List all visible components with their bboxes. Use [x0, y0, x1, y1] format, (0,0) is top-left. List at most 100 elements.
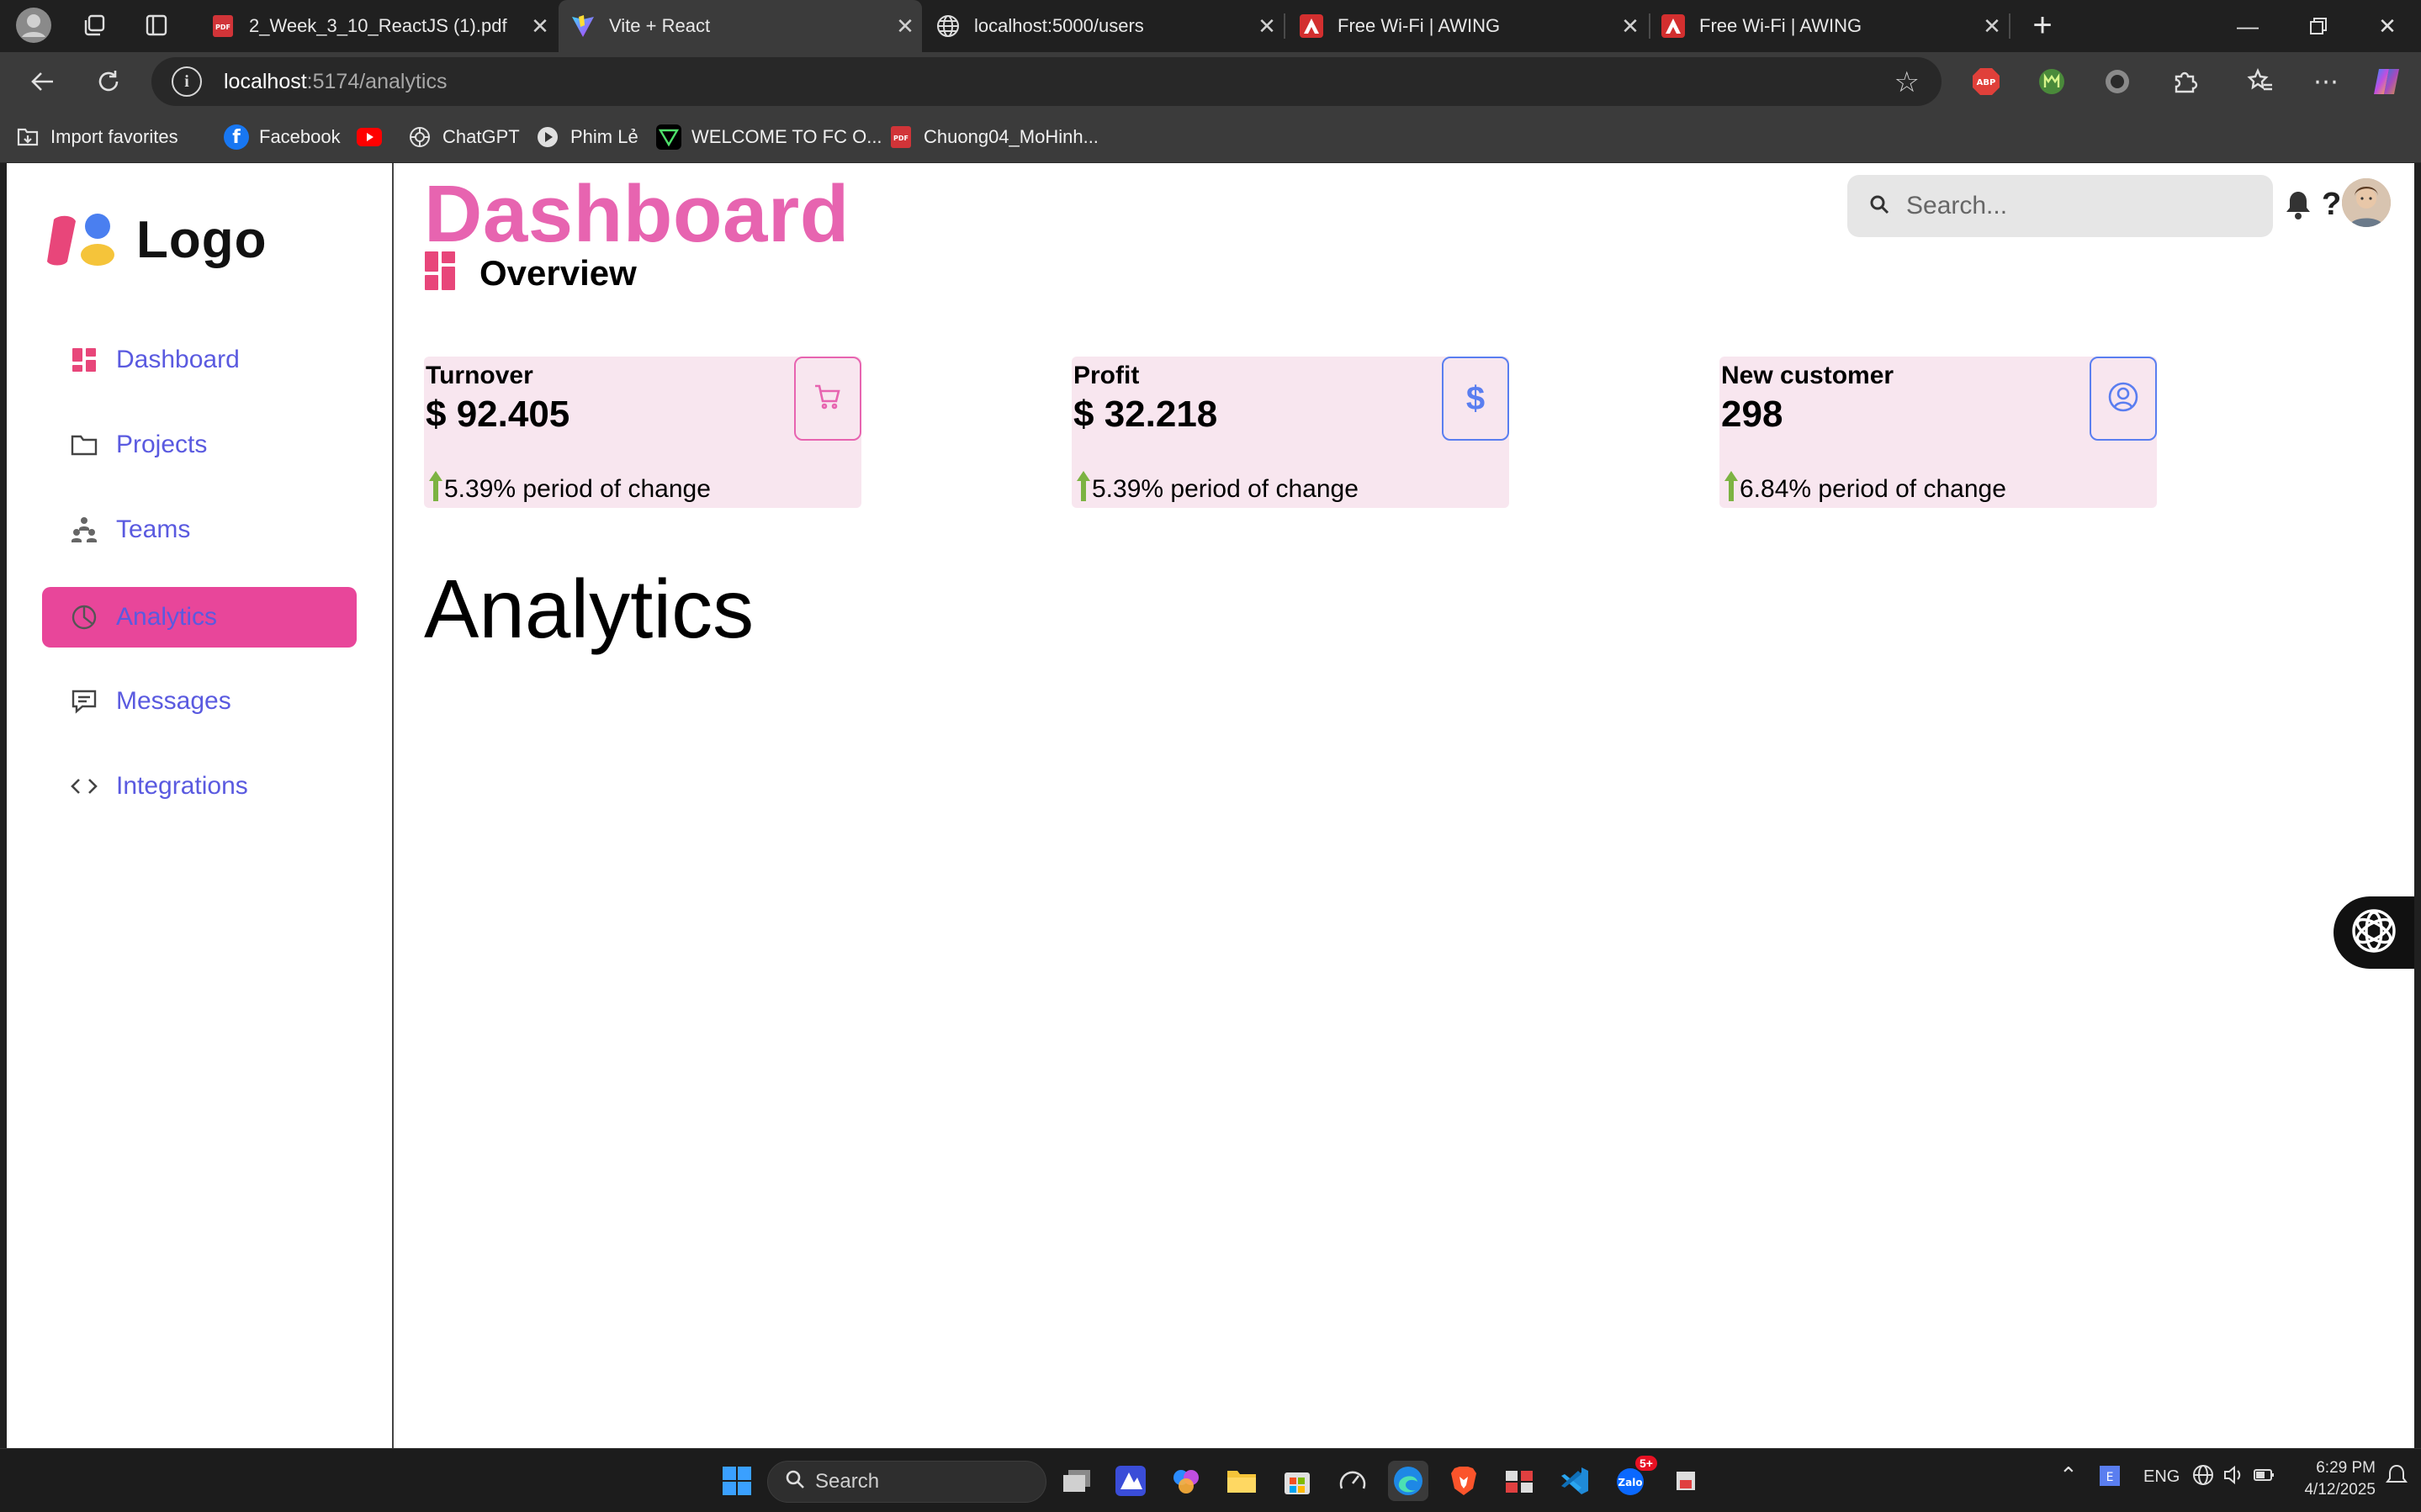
bookmark-label: Import favorites — [50, 126, 178, 147]
app-icon-small[interactable] — [1666, 1461, 1706, 1501]
copilot-taskbar-icon[interactable] — [1166, 1461, 1206, 1501]
close-tab-icon[interactable]: ✕ — [1250, 13, 1284, 40]
tab-actions-icon[interactable] — [131, 0, 182, 50]
user-circle-icon-button[interactable] — [2090, 357, 2157, 441]
bell-icon[interactable] — [2285, 190, 2312, 225]
zalo-icon[interactable]: Zalo 5+ — [1610, 1456, 1657, 1501]
bookmarks-bar: Import favorites f Facebook ChatGPT Phim… — [0, 111, 2421, 163]
search-box[interactable] — [1847, 175, 2273, 237]
folder-icon — [67, 433, 101, 457]
sidebar-item-messages[interactable]: Messages — [42, 671, 357, 732]
card-value: $ 32.218 — [1073, 394, 1218, 435]
sidebar-item-integrations[interactable]: Integrations — [42, 756, 357, 817]
close-tab-icon[interactable]: ✕ — [888, 13, 922, 40]
svg-text:ABP: ABP — [1977, 78, 1996, 87]
cart-icon — [813, 383, 842, 415]
analytics-heading: Analytics — [424, 563, 755, 655]
clock-time: 6:29 PM — [2316, 1459, 2376, 1477]
bookmark-facebook[interactable]: f Facebook — [224, 121, 341, 153]
sidebar-item-projects[interactable]: Projects — [42, 415, 357, 475]
main-content: Dashboard Overview ? Turnover $ 92.405 5… — [394, 163, 2414, 1448]
openai-icon — [2349, 906, 2399, 960]
pdf-icon: PDF — [210, 13, 236, 39]
back-icon[interactable] — [20, 59, 66, 104]
sidebar-item-label: Dashboard — [116, 346, 240, 373]
extension-green-icon[interactable] — [2034, 64, 2069, 99]
bookmark-fc-online[interactable]: WELCOME TO FC O... — [656, 121, 882, 153]
speedometer-icon[interactable] — [1332, 1461, 1373, 1501]
chevron-up-icon[interactable]: ⌃ — [2059, 1462, 2078, 1488]
fc-icon — [656, 124, 681, 150]
app-logo[interactable]: Logo — [45, 210, 268, 270]
bookmark-chatgpt[interactable]: ChatGPT — [407, 121, 520, 153]
vscode-icon[interactable] — [1555, 1461, 1595, 1501]
site-info-icon[interactable]: i — [172, 66, 202, 97]
tab-pdf[interactable]: PDF 2_Week_3_10_ReactJS (1).pdf ✕ — [199, 7, 557, 45]
browser-toolbar: i localhost:5174/analytics ☆ ABP ⋯ — [0, 52, 2421, 111]
address-bar[interactable]: i localhost:5174/analytics ☆ — [151, 57, 1942, 106]
tab-divider — [1284, 13, 1285, 39]
close-tab-icon[interactable]: ✕ — [1613, 13, 1647, 40]
copilot-icon[interactable] — [2369, 64, 2404, 99]
restore-button[interactable] — [2285, 0, 2352, 52]
network-icon[interactable] — [2192, 1464, 2214, 1491]
sidebar-item-label: Integrations — [116, 772, 248, 800]
refresh-icon[interactable] — [86, 59, 131, 104]
taskbar-search[interactable]: Search — [767, 1461, 1046, 1503]
dollar-icon-button[interactable]: $ — [1442, 357, 1509, 441]
tab-vite-react[interactable]: Vite + React ✕ — [559, 0, 922, 52]
extensions-puzzle-icon[interactable] — [2167, 64, 2202, 99]
task-view-icon[interactable] — [1057, 1461, 1097, 1501]
bookmark-phim-le[interactable]: Phim Lẻ — [535, 121, 638, 153]
tab-users[interactable]: localhost:5000/users ✕ — [924, 7, 1284, 45]
sidebar-item-analytics[interactable]: Analytics — [42, 587, 357, 648]
app-icon-blue[interactable] — [1110, 1461, 1151, 1501]
battery-icon[interactable] — [2253, 1464, 2276, 1491]
cart-icon-button[interactable] — [794, 357, 861, 441]
sidebar-item-dashboard[interactable]: Dashboard — [42, 330, 357, 390]
brave-icon[interactable] — [1444, 1461, 1484, 1501]
tab-awing-2[interactable]: Free Wi-Fi | AWING ✕ — [1649, 7, 2009, 45]
clock[interactable]: 6:29 PM 4/12/2025 — [2291, 1457, 2376, 1501]
app-icon-grid[interactable] — [1499, 1461, 1539, 1501]
minimize-button[interactable]: — — [2214, 0, 2281, 52]
edge-icon[interactable] — [1388, 1461, 1428, 1501]
card-change: 5.39% period of change — [1075, 471, 1359, 508]
stat-card-turnover: Turnover $ 92.405 5.39% period of change — [424, 357, 861, 508]
notification-icon[interactable] — [2386, 1464, 2408, 1493]
close-tab-icon[interactable]: ✕ — [523, 13, 557, 40]
close-tab-icon[interactable]: ✕ — [1975, 13, 2009, 40]
bookmark-label: Phim Lẻ — [570, 126, 638, 147]
new-tab-button[interactable]: + — [2017, 0, 2068, 50]
extension-record-icon[interactable] — [2100, 64, 2135, 99]
bookmark-chuong04[interactable]: PDF Chuong04_MoHinh... — [888, 121, 1099, 153]
language-indicator[interactable]: ENG — [2143, 1467, 2180, 1487]
close-window-button[interactable]: ✕ — [2354, 0, 2421, 52]
search-input[interactable] — [1906, 192, 2243, 220]
url-text[interactable]: localhost:5174/analytics — [224, 70, 447, 94]
windows-start-icon[interactable] — [717, 1461, 757, 1501]
volume-icon[interactable] — [2222, 1464, 2244, 1491]
bookmark-import-favorites[interactable]: Import favorites — [15, 121, 178, 153]
assistant-floating-button[interactable] — [2334, 896, 2414, 969]
import-icon — [15, 124, 40, 150]
help-icon[interactable]: ? — [2322, 187, 2341, 223]
favorites-icon[interactable] — [2243, 64, 2278, 99]
clock-date: 4/12/2025 — [2304, 1481, 2376, 1499]
chatgpt-icon — [407, 124, 432, 150]
sidebar-item-teams[interactable]: Teams — [42, 500, 357, 560]
favorite-star-icon[interactable]: ☆ — [1894, 66, 1920, 99]
profile-icon[interactable] — [8, 0, 59, 50]
phim-icon — [535, 124, 560, 150]
bookmark-youtube[interactable] — [357, 121, 392, 153]
store-icon[interactable] — [1277, 1461, 1317, 1501]
workspaces-icon[interactable] — [69, 0, 119, 50]
web-page: Logo Dashboard Projects Teams Analytics … — [7, 163, 2414, 1448]
youtube-icon — [357, 124, 382, 150]
tray-app-icon[interactable]: E — [2098, 1464, 2122, 1493]
avatar[interactable] — [2342, 178, 2391, 227]
tab-awing-1[interactable]: Free Wi-Fi | AWING ✕ — [1287, 7, 1647, 45]
adblock-icon[interactable]: ABP — [1968, 64, 2004, 99]
file-explorer-icon[interactable] — [1221, 1461, 1262, 1501]
more-menu-icon[interactable]: ⋯ — [2308, 64, 2344, 99]
